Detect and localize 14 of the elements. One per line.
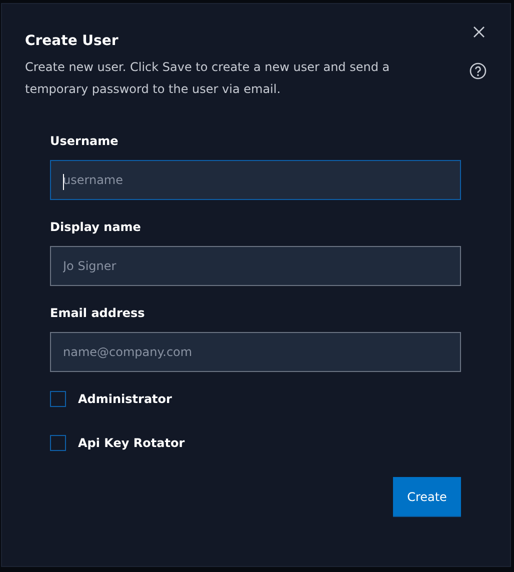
help-icon bbox=[469, 62, 487, 80]
dialog-title: Create User bbox=[25, 32, 120, 50]
close-icon bbox=[473, 26, 485, 38]
input-field[interactable]: name@company.com bbox=[50, 332, 461, 372]
checkbox[interactable] bbox=[50, 391, 66, 407]
create-button[interactable]: Create bbox=[393, 477, 461, 517]
field-label: Email address bbox=[50, 305, 146, 321]
field-label: Display name bbox=[50, 219, 142, 235]
checkbox-label: Api Key Rotator bbox=[78, 436, 185, 450]
checkbox[interactable] bbox=[50, 435, 66, 451]
dialog-description: Create new user. Click Save to create a new user and send a temporary password to the user via email. bbox=[25, 59, 391, 98]
checkbox-label: Administrator bbox=[78, 392, 172, 406]
field-label: Username bbox=[50, 133, 120, 149]
input-field[interactable]: username bbox=[50, 160, 461, 200]
